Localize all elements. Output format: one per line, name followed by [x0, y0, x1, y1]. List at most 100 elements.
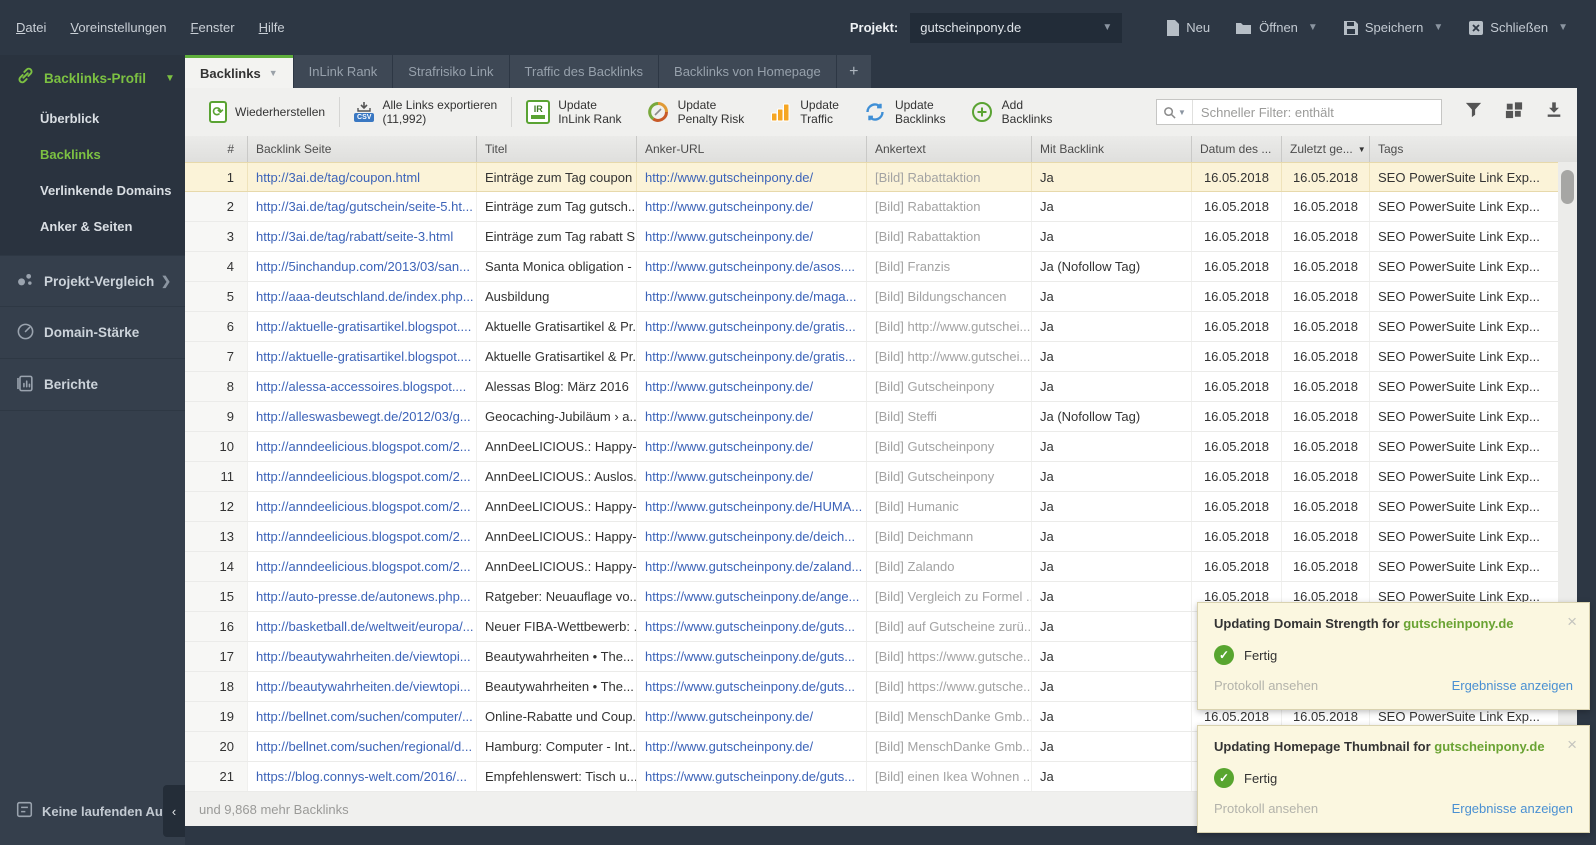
sidebar-item-domain-staerke[interactable]: Domain-Stärke [0, 307, 185, 359]
anchor-url-link[interactable]: http://www.gutscheinpony.de/asos.... [637, 252, 867, 281]
anchor-url-link[interactable]: https://www.gutscheinpony.de/guts... [637, 672, 867, 701]
project-select[interactable]: gutscheinpony.de ▼ [910, 12, 1123, 43]
table-row[interactable]: 1 http://3ai.de/tag/coupon.html Einträge… [185, 162, 1558, 192]
table-row[interactable]: 7 http://aktuelle-gratisartikel.blogspot… [185, 342, 1558, 372]
backlink-page-link[interactable]: http://aktuelle-gratisartikel.blogspot..… [248, 312, 477, 341]
anchor-url-link[interactable]: http://www.gutscheinpony.de/ [637, 702, 867, 731]
filter-funnel-icon[interactable] [1464, 100, 1483, 124]
anchor-url-link[interactable]: http://www.gutscheinpony.de/ [637, 192, 867, 221]
anchor-url-link[interactable]: http://www.gutscheinpony.de/ [637, 222, 867, 251]
anchor-url-link[interactable]: http://www.gutscheinpony.de/ [637, 732, 867, 761]
save-project-button[interactable]: Speichern ▼ [1343, 20, 1443, 35]
backlink-page-link[interactable]: http://beautywahrheiten.de/viewtopi... [248, 672, 477, 701]
view-log-link[interactable]: Protokoll ansehen [1214, 801, 1318, 816]
chevron-down-icon[interactable]: ▼ [1308, 22, 1318, 33]
anchor-url-link[interactable]: http://www.gutscheinpony.de/ [637, 402, 867, 431]
backlink-page-link[interactable]: http://anndeelicious.blogspot.com/2... [248, 522, 477, 551]
chevron-down-icon[interactable]: ▼ [1178, 108, 1186, 117]
export-all-links-button[interactable]: CSV Alle Links exportieren (11,992) [342, 92, 509, 132]
table-row[interactable]: 14 http://anndeelicious.blogspot.com/2..… [185, 552, 1558, 582]
column-header-backlink-seite[interactable]: Backlink Seite [248, 136, 477, 162]
chevron-down-icon[interactable]: ▼ [269, 68, 278, 78]
chevron-down-icon[interactable]: ▼ [1433, 22, 1443, 33]
sidebar-item-anker-seiten[interactable]: Anker & Seiten [0, 209, 185, 245]
tab-traffic-des-backlinks[interactable]: Traffic des Backlinks [509, 55, 659, 88]
table-row[interactable]: 10 http://anndeelicious.blogspot.com/2..… [185, 432, 1558, 462]
table-row[interactable]: 8 http://alessa-accessoires.blogspot....… [185, 372, 1558, 402]
menu-fenster[interactable]: Fenster [191, 20, 235, 35]
anchor-url-link[interactable]: https://www.gutscheinpony.de/guts... [637, 612, 867, 641]
backlink-page-link[interactable]: http://5inchandup.com/2013/03/san... [248, 252, 477, 281]
backlink-page-link[interactable]: http://3ai.de/tag/rabatt/seite-3.html [248, 222, 477, 251]
update-traffic-button[interactable]: Update Traffic [756, 92, 851, 132]
table-row[interactable]: 4 http://5inchandup.com/2013/03/san... S… [185, 252, 1558, 282]
backlink-page-link[interactable]: http://aaa-deutschland.de/index.php... [248, 282, 477, 311]
column-header-zuletzt-ge[interactable]: Zuletzt ge... ▼ [1282, 136, 1370, 162]
anchor-url-link[interactable]: http://www.gutscheinpony.de/ [637, 462, 867, 491]
add-backlinks-button[interactable]: Add Backlinks [958, 92, 1065, 132]
scrollbar-thumb[interactable] [1561, 170, 1574, 204]
backlink-page-link[interactable]: https://blog.connys-welt.com/2016/... [248, 762, 477, 791]
column-header-num[interactable]: # [185, 136, 248, 162]
update-backlinks-button[interactable]: Update Backlinks [851, 92, 958, 132]
open-project-button[interactable]: Öffnen ▼ [1236, 20, 1318, 35]
column-header-titel[interactable]: Titel [477, 136, 637, 162]
anchor-url-link[interactable]: https://www.gutscheinpony.de/ange... [637, 582, 867, 611]
close-project-button[interactable]: Schließen ▼ [1469, 20, 1568, 35]
restore-button[interactable]: ⟳ Wiederherstellen [197, 92, 337, 132]
backlink-page-link[interactable]: http://3ai.de/tag/gutschein/seite-5.ht..… [248, 192, 477, 221]
backlink-page-link[interactable]: http://anndeelicious.blogspot.com/2... [248, 432, 477, 461]
download-icon[interactable] [1545, 101, 1563, 124]
collapse-sidebar-handle[interactable]: ‹ [163, 785, 185, 837]
sidebar-item-projekt-vergleich[interactable]: Projekt-Vergleich ❯ [0, 255, 185, 307]
quick-filter-input[interactable] [1192, 104, 1441, 120]
table-row[interactable]: 9 http://alleswasbewegt.de/2012/03/g... … [185, 402, 1558, 432]
table-row[interactable]: 12 http://anndeelicious.blogspot.com/2..… [185, 492, 1558, 522]
backlink-page-link[interactable]: http://auto-presse.de/autonews.php... [248, 582, 477, 611]
table-row[interactable]: 6 http://aktuelle-gratisartikel.blogspot… [185, 312, 1558, 342]
menu-hilfe[interactable]: Hilfe [259, 20, 285, 35]
column-header-mit-backlink[interactable]: Mit Backlink [1032, 136, 1192, 162]
backlink-page-link[interactable]: http://alleswasbewegt.de/2012/03/g... [248, 402, 477, 431]
anchor-url-link[interactable]: https://www.gutscheinpony.de/guts... [637, 642, 867, 671]
table-row[interactable]: 5 http://aaa-deutschland.de/index.php...… [185, 282, 1558, 312]
column-header-anker-url[interactable]: Anker-URL [637, 136, 867, 162]
column-header-tags[interactable]: Tags [1370, 136, 1577, 162]
backlink-page-link[interactable]: http://anndeelicious.blogspot.com/2... [248, 462, 477, 491]
table-row[interactable]: 13 http://anndeelicious.blogspot.com/2..… [185, 522, 1558, 552]
show-results-link[interactable]: Ergebnisse anzeigen [1452, 678, 1573, 693]
anchor-url-link[interactable]: http://www.gutscheinpony.de/gratis... [637, 342, 867, 371]
sidebar-item-ueberblick[interactable]: Überblick [0, 101, 185, 137]
search-icon[interactable]: ▼ [1157, 100, 1193, 124]
anchor-url-link[interactable]: http://www.gutscheinpony.de/ [637, 163, 867, 191]
backlink-page-link[interactable]: http://basketball.de/weltweit/europa/... [248, 612, 477, 641]
column-header-datum-des[interactable]: Datum des ... [1192, 136, 1282, 162]
anchor-url-link[interactable]: http://www.gutscheinpony.de/HUMA... [637, 492, 867, 521]
close-icon[interactable]: × [1567, 736, 1577, 753]
backlink-page-link[interactable]: http://anndeelicious.blogspot.com/2... [248, 492, 477, 521]
tab-inlink-rank[interactable]: InLink Rank [293, 55, 393, 88]
close-icon[interactable]: × [1567, 613, 1577, 630]
sidebar-item-berichte[interactable]: Berichte [0, 359, 185, 411]
backlink-page-link[interactable]: http://aktuelle-gratisartikel.blogspot..… [248, 342, 477, 371]
column-header-ankertext[interactable]: Ankertext [867, 136, 1032, 162]
menu-voreinstellungen[interactable]: Voreinstellungen [70, 20, 166, 35]
sidebar-item-backlinks-profil[interactable]: Backlinks-Profil ▼ [0, 55, 185, 101]
view-log-link[interactable]: Protokoll ansehen [1214, 678, 1318, 693]
table-row[interactable]: 3 http://3ai.de/tag/rabatt/seite-3.html … [185, 222, 1558, 252]
update-penalty-risk-button[interactable]: Update Penalty Risk [634, 92, 757, 132]
anchor-url-link[interactable]: http://www.gutscheinpony.de/maga... [637, 282, 867, 311]
sidebar-item-verlinkende-domains[interactable]: Verlinkende Domains [0, 173, 185, 209]
anchor-url-link[interactable]: http://www.gutscheinpony.de/gratis... [637, 312, 867, 341]
chevron-down-icon[interactable]: ▼ [1558, 22, 1568, 33]
anchor-url-link[interactable]: http://www.gutscheinpony.de/ [637, 372, 867, 401]
anchor-url-link[interactable]: http://www.gutscheinpony.de/ [637, 432, 867, 461]
new-project-button[interactable]: Neu [1166, 19, 1210, 36]
backlink-page-link[interactable]: http://alessa-accessoires.blogspot.... [248, 372, 477, 401]
anchor-url-link[interactable]: http://www.gutscheinpony.de/zaland... [637, 552, 867, 581]
backlink-page-link[interactable]: http://3ai.de/tag/coupon.html [248, 163, 477, 191]
columns-grid-icon[interactable] [1505, 101, 1523, 124]
tab-backlinks[interactable]: Backlinks ▼ [185, 55, 293, 88]
backlink-page-link[interactable]: http://anndeelicious.blogspot.com/2... [248, 552, 477, 581]
sidebar-item-backlinks[interactable]: Backlinks [0, 137, 185, 173]
